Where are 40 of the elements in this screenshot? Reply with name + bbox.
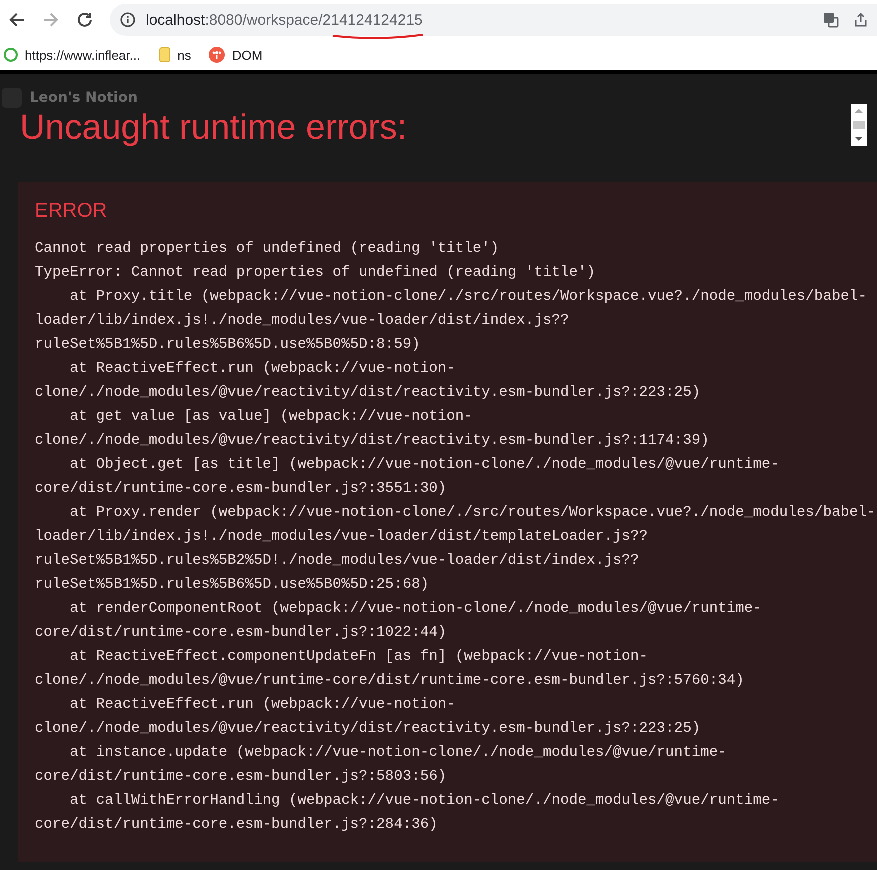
stack-trace-line: at renderComponentRoot (webpack://vue-notion-clone/./node_modules/@vue/runtime- — [69, 600, 763, 619]
app-icon — [209, 47, 226, 63]
stack-trace-line: ruleSet%5B1%5D.rules%5B2%5D!./node_modules/vue-loader/dist/index.js?? — [35, 552, 640, 571]
info-icon — [120, 12, 136, 28]
stack-trace-line: at Object.get [as title] (webpack://vue-notion-clone/./node_modules/@vue/runtime- — [69, 456, 780, 475]
folder-icon — [158, 47, 171, 63]
stack-trace-line: core/dist/runtime-core.esm-bundler.js?:3551:30) — [35, 480, 448, 499]
bookmark-link[interactable]: ns — [158, 47, 192, 63]
stack-trace-line: at Proxy.render (webpack://vue-notion-clone/./src/routes/Workspace.vue?./node_modules/babel- — [69, 504, 877, 523]
stack-trace-line: at ReactiveEffect.componentUpdateFn [as fn] (webpack://vue-notion- — [69, 648, 650, 667]
share-icon[interactable] — [853, 12, 869, 28]
error-heading: ERROR — [35, 200, 108, 223]
error-overlay-title: Uncaught runtime errors: — [20, 108, 408, 148]
bookmark-link[interactable]: DOM — [209, 47, 263, 63]
stack-trace-line: at ReactiveEffect.run (webpack://vue-notion- — [69, 360, 456, 379]
bookmark-link[interactable]: https://www.inflear... — [4, 48, 141, 62]
stack-trace-line: loader/lib/index.js!./node_modules/vue-loader/dist/templateLoader.js?? — [35, 528, 650, 547]
stack-trace-line: clone/./node_modules/@vue/reactivity/dist/reactivity.esm-bundler.js?:223:25) — [35, 720, 702, 739]
url-text: localhost:8080/workspace/214124124215 — [146, 12, 423, 28]
stack-trace-line: clone/./node_modules/@vue/reactivity/dist/reactivity.esm-bundler.js?:223:25) — [35, 384, 702, 403]
stack-trace-line: ruleSet%5B1%5D.rules%5B6%5D.use%5B0%5D:25:68) — [35, 576, 430, 595]
reload-icon — [76, 11, 94, 29]
stack-trace-line: at get value [as value] (webpack://vue-notion- — [69, 408, 474, 427]
stack-trace-line: clone/./node_modules/@vue/reactivity/dist/reactivity.esm-bundler.js?:1174:39) — [35, 432, 710, 451]
stack-trace-line: ruleSet%5B1%5D.rules%5B6%5D.use%5B0%5D:8:59) — [35, 336, 422, 355]
right-arrow-icon — [42, 11, 60, 29]
stack-trace-line: at instance.update (webpack://vue-notion-clone/./node_modules/@vue/runtime- — [69, 744, 728, 763]
scrollbar-icon — [851, 104, 867, 146]
stack-trace-line: core/dist/runtime-core.esm-bundler.js?:284:36) — [35, 816, 439, 835]
stack-trace-line: at ReactiveEffect.run (webpack://vue-notion- — [69, 696, 456, 715]
workspace-title: Leon's Notion — [30, 90, 138, 106]
stack-trace-line: loader/lib/index.js!./node_modules/vue-loader/dist/index.js?? — [35, 312, 570, 331]
stack-trace-line: at callWithErrorHandling (webpack://vue-notion-clone/./node_modules/@vue/runtime- — [69, 792, 780, 811]
stack-trace-line: TypeError: Cannot read properties of undefined (reading 'title') — [35, 264, 596, 283]
stack-trace-line: Cannot read properties of undefined (reading 'title') — [35, 240, 500, 259]
stack-trace-line: core/dist/runtime-core.esm-bundler.js?:5803:56) — [35, 768, 448, 787]
stack-trace-line: at Proxy.title (webpack://vue-notion-clone/./src/routes/Workspace.vue?./node_modules/babel- — [69, 288, 868, 307]
left-arrow-icon — [8, 11, 26, 29]
stack-trace-line: clone/./node_modules/@vue/runtime-core/dist/runtime-core.esm-bundler.js?:5760:34) — [35, 672, 746, 691]
stack-trace-line: core/dist/runtime-core.esm-bundler.js?:1022:44) — [35, 624, 448, 643]
